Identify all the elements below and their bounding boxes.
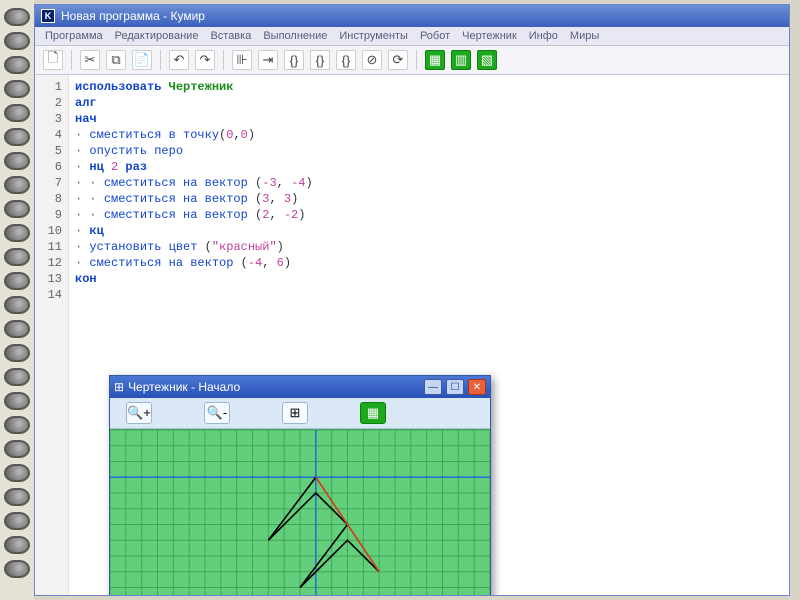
zoom-in-button[interactable]: 🔍+ xyxy=(126,402,152,424)
app-title: Новая программа - Кумир xyxy=(61,9,205,23)
step-into-button[interactable]: {} xyxy=(284,50,304,70)
drawer-titlebar[interactable]: ⊞ Чертежник - Начало — ☐ ✕ xyxy=(110,376,490,398)
drawing-svg xyxy=(110,430,490,595)
drawer-canvas[interactable] xyxy=(110,429,490,595)
menu-вставка[interactable]: Вставка xyxy=(210,30,251,42)
fit-button[interactable]: ▦ xyxy=(360,402,386,424)
menu-инфо[interactable]: Инфо xyxy=(529,30,558,42)
app-window: K Новая программа - Кумир Программа Редак… xyxy=(34,4,790,596)
minimize-button[interactable]: — xyxy=(424,379,442,395)
new-button[interactable]: 🗋 xyxy=(43,50,63,70)
grid3-button[interactable]: ▧ xyxy=(477,50,497,70)
redo-button[interactable]: ↷ xyxy=(195,50,215,70)
reload-button[interactable]: ⟳ xyxy=(388,50,408,70)
menu-редактирование[interactable]: Редактирование xyxy=(115,30,199,42)
zoom-out-button[interactable]: 🔍- xyxy=(204,402,230,424)
app-icon: K xyxy=(41,9,55,23)
notebook-spiral xyxy=(0,0,34,600)
menu-выполнение[interactable]: Выполнение xyxy=(263,30,327,42)
grid1-button[interactable]: ▦ xyxy=(425,50,445,70)
grid-button[interactable]: ⊞ xyxy=(282,402,308,424)
menu-инструменты[interactable]: Инструменты xyxy=(339,30,408,42)
undo-button[interactable]: ↶ xyxy=(169,50,189,70)
menu-чертежник[interactable]: Чертежник xyxy=(462,30,517,42)
compile-button[interactable]: ⊪ xyxy=(232,50,252,70)
grid2-button[interactable]: ▥ xyxy=(451,50,471,70)
maximize-button[interactable]: ☐ xyxy=(446,379,464,395)
separator xyxy=(71,50,72,70)
separator xyxy=(160,50,161,70)
drawer-toolbar: 🔍+ 🔍- ⊞ ▦ xyxy=(110,398,490,429)
step-button[interactable]: {} xyxy=(310,50,330,70)
run-step-button[interactable]: ⇥ xyxy=(258,50,278,70)
separator xyxy=(416,50,417,70)
step-out-button[interactable]: {} xyxy=(336,50,356,70)
drawer-window[interactable]: ⊞ Чертежник - Начало — ☐ ✕ 🔍+ 🔍- ⊞ ▦ xyxy=(109,375,491,595)
titlebar[interactable]: K Новая программа - Кумир xyxy=(35,5,789,27)
menu-программа[interactable]: Программа xyxy=(45,30,103,42)
drawer-title: Чертежник - Начало xyxy=(128,380,240,394)
stop-button[interactable]: ⊘ xyxy=(362,50,382,70)
close-button[interactable]: ✕ xyxy=(468,379,486,395)
menu-робот[interactable]: Робот xyxy=(420,30,450,42)
drawer-icon: ⊞ xyxy=(114,380,124,394)
menubar: Программа Редактирование Вставка Выполнение… xyxy=(35,27,789,46)
code-editor[interactable]: 1234567891011121314 использовать Чертежн… xyxy=(35,75,789,595)
line-gutter: 1234567891011121314 xyxy=(35,75,69,595)
toolbar: 🗋 ✂ ⧉ 📄 ↶ ↷ ⊪ ⇥ {} {} {} ⊘ ⟳ ▦ ▥ ▧ xyxy=(35,46,789,75)
copy-button[interactable]: ⧉ xyxy=(106,50,126,70)
separator xyxy=(223,50,224,70)
paste-button[interactable]: 📄 xyxy=(132,50,152,70)
menu-миры[interactable]: Миры xyxy=(570,30,599,42)
cut-button[interactable]: ✂ xyxy=(80,50,100,70)
